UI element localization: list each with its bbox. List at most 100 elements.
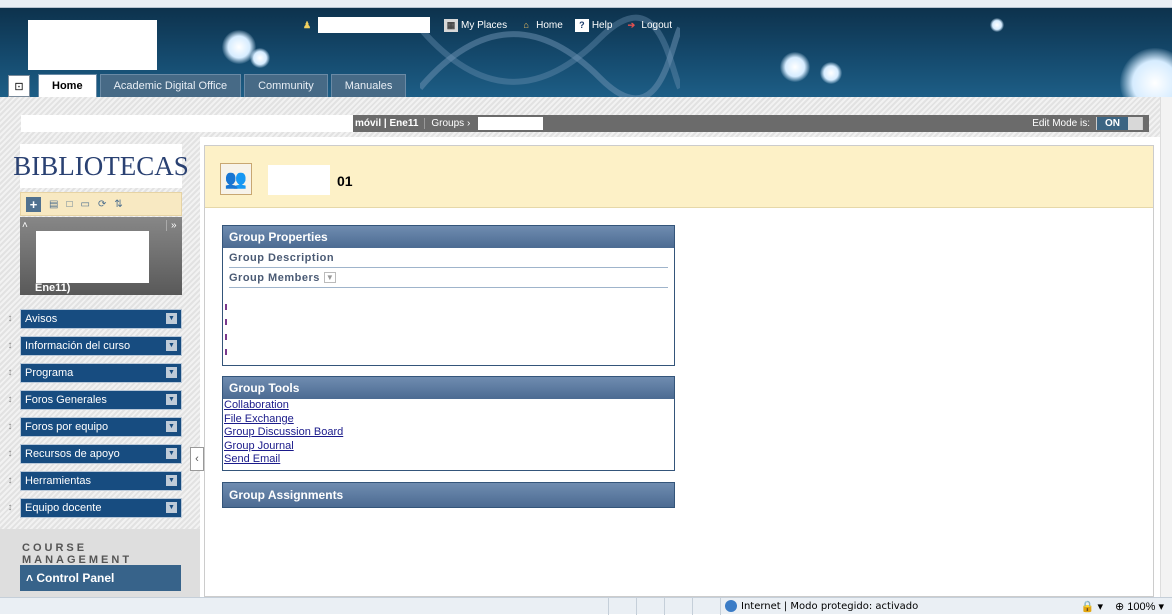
chevron-down-icon[interactable]: ▼ [166, 340, 177, 351]
collapse-up-icon[interactable]: ˄ [22, 220, 28, 231]
show-hide-menu-icon[interactable]: ⊡ [8, 75, 30, 97]
breadcrumb-groups[interactable]: Groups › [424, 118, 476, 129]
chevron-down-icon[interactable]: ▼ [166, 448, 177, 459]
chevron-down-icon[interactable]: ▼ [323, 272, 337, 283]
my-places-link[interactable]: ▦ My Places [444, 18, 507, 32]
main-content: 👥 01 Group Properties Group Description … [204, 145, 1154, 597]
drag-handle-icon[interactable]: ↕ [0, 313, 20, 324]
menu-row: ↕ Herramientas ▼ [0, 467, 200, 494]
edit-mode-off [1128, 117, 1142, 130]
zoom-level[interactable]: ⊕ 100% ▾ [1115, 600, 1164, 613]
add-menu-item-button[interactable]: + [26, 196, 41, 212]
security-zone[interactable]: Internet | Modo protegido: activado [720, 597, 1010, 615]
tab-academic-digital-office[interactable]: Academic Digital Office [99, 74, 242, 97]
help-icon: ? [574, 18, 589, 32]
chevron-down-icon[interactable]: ▼ [166, 313, 177, 324]
menu-row: ↕ Avisos ▼ [0, 305, 200, 332]
edit-mode-label: Edit Mode is: [1032, 118, 1090, 129]
course-title-box: ˄ » Ene11) [20, 217, 182, 295]
member-marker [225, 349, 227, 355]
browser-tab-strip [0, 0, 1172, 8]
menu-row: ↕ Equipo docente ▼ [0, 494, 200, 521]
menu-toolbar: + ▤ □ ▭ ⟳ ⇅ [20, 192, 182, 216]
tab-bar: ⊡ Home Academic Digital Office Community… [8, 73, 407, 97]
edit-mode-toggle[interactable]: ON [1096, 117, 1143, 130]
tab-community[interactable]: Community [244, 74, 328, 97]
drag-handle-icon[interactable]: ↕ [0, 502, 20, 513]
course-menu-list: ↕ Avisos ▼ ↕ Información del curso ▼ ↕ Pro… [0, 305, 200, 521]
course-title-text [36, 231, 149, 283]
status-segment [636, 597, 664, 615]
chevron-down-icon[interactable]: ▼ [166, 502, 177, 513]
menu-item-herramientas[interactable]: Herramientas ▼ [20, 470, 182, 491]
module-title: Group Properties [223, 226, 674, 248]
menu-row: ↕ Foros Generales ▼ [0, 386, 200, 413]
collaboration-link[interactable]: Collaboration [223, 399, 674, 413]
tab-home[interactable]: Home [38, 74, 97, 97]
menu-row: ↕ Foros por equipo ▼ [0, 413, 200, 440]
protected-mode-icon[interactable]: 🔒 ▾ [1081, 600, 1103, 613]
chevron-down-icon[interactable]: ▼ [166, 421, 177, 432]
module-title: Group Assignments [223, 483, 674, 507]
right-edge [1160, 97, 1172, 597]
menu-item-recursos-de-apoyo[interactable]: Recursos de apoyo ▼ [20, 443, 182, 464]
expand-right-icon[interactable]: » [166, 220, 177, 231]
drag-handle-icon[interactable]: ↕ [0, 367, 20, 378]
library-logo[interactable]: BIBLIOTECAS [13, 144, 189, 188]
breadcrumb-course[interactable]: móvil | Ene11 [355, 118, 424, 129]
send-email-link[interactable]: Send Email [223, 453, 674, 467]
breadcrumb-separator-icon: › [466, 118, 471, 129]
drag-handle-icon[interactable]: ↕ [0, 340, 20, 351]
decor-light [250, 48, 270, 68]
group-discussion-board-link[interactable]: Group Discussion Board [223, 426, 674, 440]
menu-item-foros-por-equipo[interactable]: Foros por equipo ▼ [20, 416, 182, 437]
menu-item-informacion-del-curso[interactable]: Información del curso ▼ [20, 335, 182, 356]
folder-view-icon[interactable]: □ [66, 199, 72, 210]
edit-mode: Edit Mode is: ON [1032, 117, 1149, 130]
file-exchange-link[interactable]: File Exchange [223, 413, 674, 427]
home-link[interactable]: ⌂ Home [519, 19, 562, 32]
group-icon: 👥 [220, 163, 252, 195]
member-marker [225, 334, 227, 340]
help-link[interactable]: ? Help [574, 18, 612, 32]
institution-logo [28, 20, 157, 70]
logout-link[interactable]: ➔ Logout [624, 19, 672, 32]
chevron-up-icon: ˄ [26, 571, 37, 585]
page-header: 👥 01 [205, 146, 1153, 208]
breadcrumb-area: móvil | Ene11 Groups › Edit Mode is: ON [0, 97, 1160, 137]
detach-window-icon[interactable]: ▭ [81, 199, 90, 210]
group-name-text [268, 165, 330, 195]
chevron-down-icon[interactable]: ▼ [166, 367, 177, 378]
group-journal-link[interactable]: Group Journal [223, 440, 674, 454]
course-code: Ene11) [35, 282, 71, 294]
course-management-title: COURSE MANAGEMENT [22, 542, 133, 566]
reorder-icon[interactable]: ⇅ [114, 199, 122, 210]
chevron-down-icon[interactable]: ▼ [166, 475, 177, 486]
drag-handle-icon[interactable]: ↕ [0, 475, 20, 486]
drag-handle-icon[interactable]: ↕ [0, 421, 20, 432]
control-panel-button[interactable]: ˄ Control Panel [20, 565, 181, 591]
user-icon: ♟ [302, 19, 312, 30]
breadcrumb-course-name[interactable] [21, 115, 353, 132]
list-view-icon[interactable]: ▤ [49, 199, 58, 210]
menu-item-foros-generales[interactable]: Foros Generales ▼ [20, 389, 182, 410]
drag-handle-icon[interactable]: ↕ [0, 448, 20, 459]
menu-item-programa[interactable]: Programa ▼ [20, 362, 182, 383]
refresh-icon[interactable]: ⟳ [98, 199, 106, 210]
decor-light [780, 52, 810, 82]
logout-icon: ➔ [627, 19, 636, 30]
menu-item-avisos[interactable]: Avisos ▼ [20, 308, 182, 329]
group-members-label[interactable]: Group Members ▼ [229, 268, 668, 288]
status-segment [692, 597, 720, 615]
member-marker [225, 319, 227, 325]
member-marker [225, 304, 227, 310]
user-name-field [318, 17, 430, 33]
chevron-down-icon[interactable]: ▼ [166, 394, 177, 405]
drag-handle-icon[interactable]: ↕ [0, 394, 20, 405]
group-description-label: Group Description [229, 248, 668, 268]
tab-manuales[interactable]: Manuales [330, 74, 407, 97]
menu-item-equipo-docente[interactable]: Equipo docente ▼ [20, 497, 182, 518]
group-tools-module: Group Tools Collaboration File Exchange … [222, 376, 675, 471]
collapse-menu-icon[interactable]: ‹ [190, 447, 204, 471]
header-banner: ♟ ▦ My Places ⌂ Home ? Help ➔ Logout ⊡ H… [0, 0, 1172, 97]
